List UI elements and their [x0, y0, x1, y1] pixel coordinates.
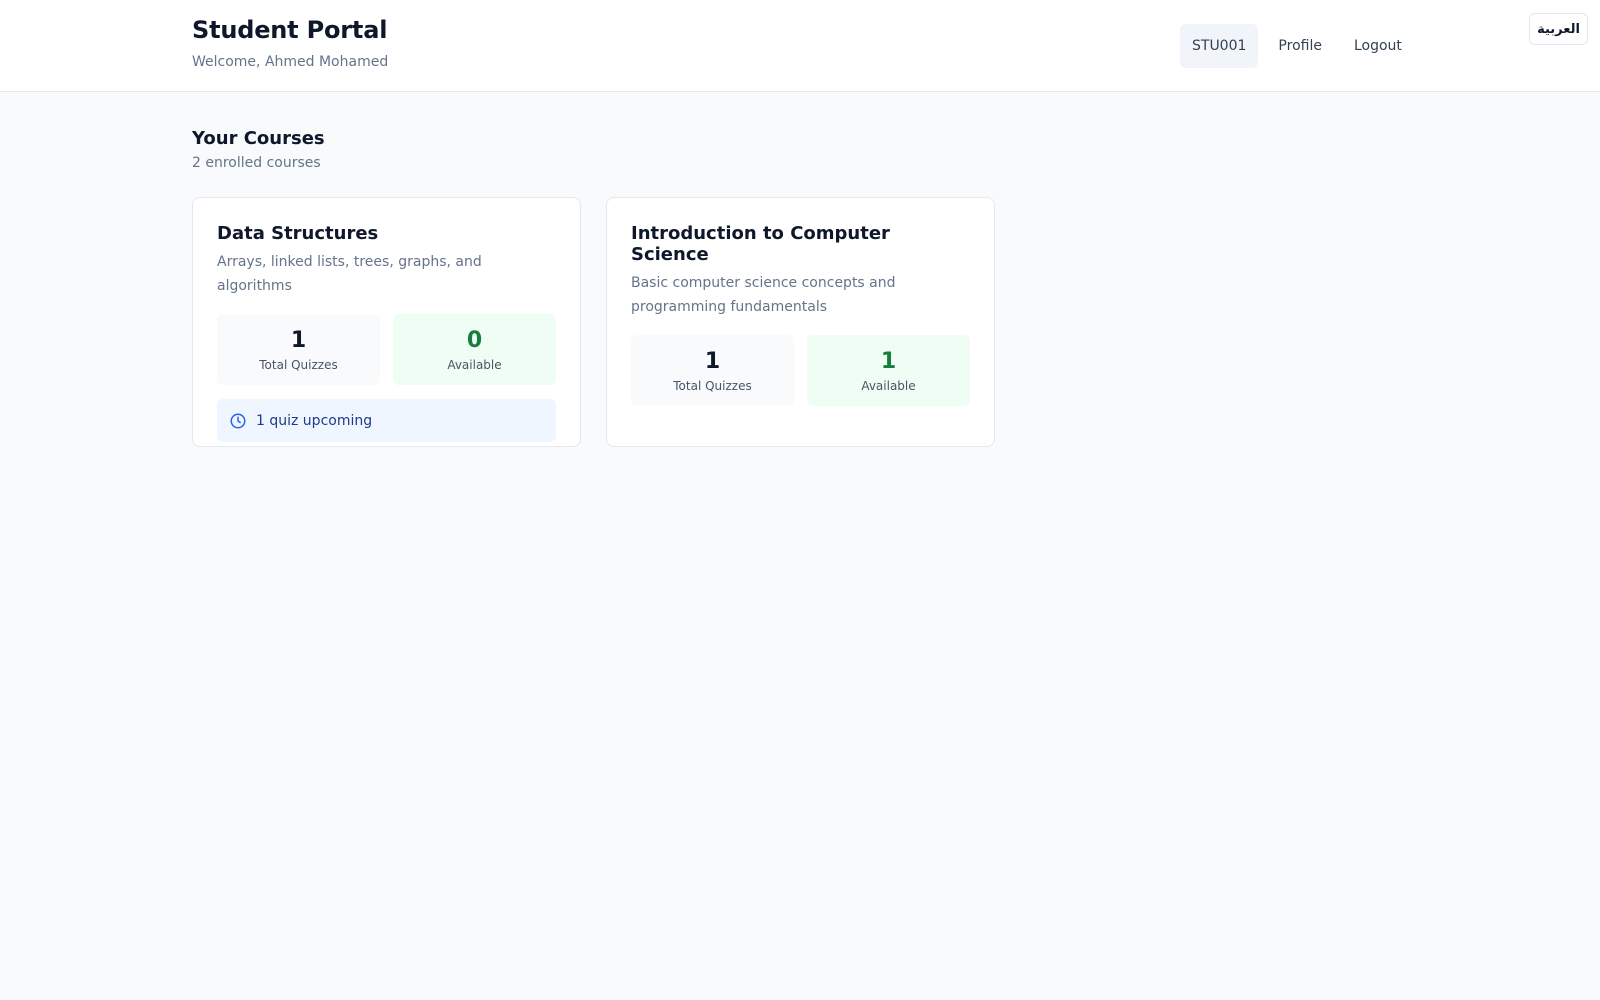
- upcoming-quiz-notice: 1 quiz upcoming: [217, 399, 556, 442]
- course-stats: 1 Total Quizzes 1 Available: [631, 335, 970, 406]
- available-count: 0: [466, 327, 483, 353]
- total-quizzes-label: Total Quizzes: [673, 378, 752, 393]
- welcome-text: Welcome, Ahmed Mohamed: [192, 54, 389, 70]
- student-id-badge: STU001: [1180, 24, 1259, 68]
- course-stats: 1 Total Quizzes 0 Available: [217, 314, 556, 385]
- course-card-intro-cs[interactable]: Introduction to Computer Science Basic c…: [606, 197, 995, 447]
- course-description: Arrays, linked lists, trees, graphs, and…: [217, 254, 482, 294]
- course-card-data-structures[interactable]: Data Structures Arrays, linked lists, tr…: [192, 197, 581, 447]
- brand: Student Portal Welcome, Ahmed Mohamed: [192, 16, 388, 70]
- available-stat: 0 Available: [393, 314, 556, 385]
- total-quizzes-count: 1: [704, 348, 721, 374]
- profile-link[interactable]: Profile: [1278, 38, 1322, 54]
- total-quizzes-count: 1: [290, 327, 307, 353]
- page-title: Student Portal: [192, 16, 388, 44]
- available-label: Available: [861, 378, 916, 393]
- section-subtitle: 2 enrolled courses: [192, 155, 321, 171]
- total-quizzes-stat: 1 Total Quizzes: [217, 314, 380, 385]
- language-toggle-button[interactable]: العربية: [1529, 13, 1588, 45]
- total-quizzes-label: Total Quizzes: [259, 357, 338, 372]
- upcoming-quiz-text: 1 quiz upcoming: [256, 412, 373, 429]
- course-title: Data Structures: [217, 223, 379, 244]
- courses-section-header: Your Courses 2 enrolled courses: [192, 128, 325, 171]
- available-count: 1: [880, 348, 897, 374]
- top-header: Student Portal Welcome, Ahmed Mohamed ST…: [0, 0, 1600, 92]
- clock-icon: [230, 413, 246, 428]
- available-stat: 1 Available: [807, 335, 970, 406]
- header-nav: STU001 Profile Logout: [1180, 24, 1402, 68]
- logout-link[interactable]: Logout: [1354, 38, 1402, 54]
- course-description: Basic computer science concepts and prog…: [631, 275, 896, 315]
- total-quizzes-stat: 1 Total Quizzes: [631, 335, 794, 406]
- section-title: Your Courses: [192, 128, 325, 149]
- available-label: Available: [447, 357, 502, 372]
- course-title: Introduction to Computer Science: [631, 223, 890, 265]
